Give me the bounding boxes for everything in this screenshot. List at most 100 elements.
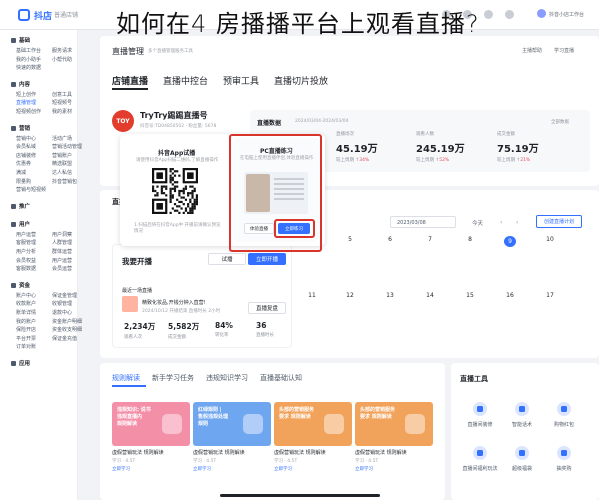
calendar-day[interactable]: 10 (544, 236, 556, 243)
tab-store-live[interactable]: 店铺直播 (112, 74, 148, 87)
tab-live-basics[interactable]: 直播基础认知 (260, 373, 302, 383)
tool-icon[interactable] (473, 446, 487, 460)
tool-label[interactable]: 购物红包 (542, 421, 586, 428)
calendar-day[interactable]: 15 (464, 292, 476, 299)
tile-learn-link[interactable]: 立即学习 (112, 466, 130, 472)
calendar-day[interactable]: 17 (544, 292, 556, 299)
sidebar-item[interactable]: 会员运营 (52, 265, 72, 272)
sidebar-item[interactable]: 营销与短视频 (16, 186, 46, 193)
sidebar-item[interactable]: 资金账户明细 (52, 318, 82, 325)
sidebar-section-title[interactable]: 用户 (11, 220, 30, 228)
learning-tile[interactable]: 头部的营销服务 要求 规则解读 (274, 402, 352, 446)
tool-label[interactable]: 直播间福利玩法 (458, 465, 502, 472)
settings-icon[interactable] (505, 10, 514, 19)
tool-label[interactable]: 抽奖购 (542, 465, 586, 472)
tab-rules[interactable]: 规则解读 (112, 373, 140, 383)
sidebar-item[interactable]: 我的小助手 (16, 56, 41, 63)
calendar-day[interactable]: 7 (424, 236, 436, 243)
sidebar-item[interactable]: 保险开店 (16, 326, 36, 333)
calendar-day[interactable]: 13 (384, 292, 396, 299)
all-data-link[interactable]: 全部数据 (551, 119, 569, 125)
tab-live-console[interactable]: 直播中控台 (163, 74, 208, 87)
calendar-day[interactable]: 9 (504, 236, 516, 247)
tab-violation-knowledge[interactable]: 违规知识学习 (206, 373, 248, 383)
sidebar-item[interactable]: 资金收支明细 (52, 326, 82, 333)
live-review-button[interactable]: 直播复盘 (248, 302, 286, 314)
sidebar-item[interactable]: 精选联盟 (52, 160, 72, 167)
sidebar-item[interactable]: 群体运营 (52, 248, 72, 255)
prev-week-icon[interactable]: ‹ (500, 219, 502, 226)
calendar-day[interactable]: 11 (306, 292, 318, 299)
sidebar-section-title[interactable]: 推广 (11, 202, 30, 210)
tab-preview-tool[interactable]: 预审工具 (223, 74, 259, 87)
workspace-switcher[interactable]: 普通店铺 (54, 10, 78, 19)
sidebar-item[interactable]: 会员权益 (16, 257, 36, 264)
tile-learn-link[interactable]: 立即学习 (274, 466, 292, 472)
tile-learn-link[interactable]: 立即学习 (193, 466, 211, 472)
tab-newbie-tasks[interactable]: 新手学习任务 (152, 373, 194, 383)
sidebar-item[interactable]: 满减 (16, 169, 26, 176)
sidebar-item[interactable]: 短视频号 (52, 99, 72, 106)
sidebar-item[interactable]: 用户运营 (16, 231, 36, 238)
tile-learn-link[interactable]: 立即学习 (355, 466, 373, 472)
tool-icon[interactable] (515, 446, 529, 460)
host-help-link[interactable]: 主播帮助 (522, 47, 542, 54)
sidebar-item[interactable]: 店铺装修 (16, 152, 36, 159)
sidebar-section-title[interactable]: 资金 (11, 281, 30, 289)
user-name[interactable]: 抖音小店工作台 (549, 11, 584, 18)
tool-icon[interactable] (557, 402, 571, 416)
learning-tile[interactable]: 头部的营销服务 要求 规则解读 (355, 402, 433, 446)
calendar-day[interactable]: 8 (464, 236, 476, 243)
sidebar-item[interactable]: 保证金充值 (52, 335, 77, 342)
tool-label[interactable]: 超级福袋 (500, 465, 544, 472)
date-picker[interactable]: 2023/03/08 (390, 216, 456, 228)
today-button[interactable]: 今天 (472, 219, 483, 227)
learning-tile[interactable]: 红绿规则 | 售假违规处理 规则 (193, 402, 271, 446)
notification-icon[interactable] (484, 10, 493, 19)
learn-live-link[interactable]: 学习直播 (554, 47, 574, 54)
sidebar-section-title[interactable]: 内容 (11, 80, 30, 88)
calendar-day[interactable]: 12 (344, 292, 356, 299)
sidebar-item[interactable]: 我的账户 (16, 318, 36, 325)
sidebar-item[interactable]: 会员私域 (16, 143, 36, 150)
sidebar-item[interactable]: 短上创作 (16, 91, 36, 98)
next-week-icon[interactable]: › (516, 219, 518, 226)
sidebar-item[interactable]: 优惠券 (16, 160, 31, 167)
sidebar-item[interactable]: 人群管理 (52, 239, 72, 246)
sidebar-item[interactable]: 基础工作台 (16, 47, 41, 54)
sidebar-section-title[interactable]: 应用 (11, 359, 30, 367)
sidebar-item[interactable]: 用户分析 (16, 248, 36, 255)
sidebar-item[interactable]: 达人私信 (52, 169, 72, 176)
sidebar-item[interactable]: 我的素材 (52, 108, 72, 115)
user-avatar[interactable] (537, 9, 546, 18)
sidebar-item[interactable]: 营销账户 (52, 152, 72, 159)
sidebar-item[interactable]: 订单对账 (16, 343, 36, 350)
sidebar-item[interactable]: 快速的数据 (16, 64, 41, 71)
sidebar-section-title[interactable]: 基础 (11, 36, 30, 44)
sidebar-item[interactable]: 客服管理 (16, 239, 36, 246)
sidebar-item[interactable]: 退款中心 (52, 309, 72, 316)
sidebar-item[interactable]: 活动广场 (52, 135, 72, 142)
sidebar-item[interactable]: 直播管理 (16, 99, 36, 106)
sidebar-item[interactable]: 小帮代助 (52, 56, 72, 63)
tab-clip-delivery[interactable]: 直播切片投放 (274, 74, 328, 87)
sidebar-item[interactable]: 限量购 (16, 178, 31, 185)
trial-live-button[interactable]: 试播 (208, 253, 246, 265)
tool-label[interactable]: 智能话术 (500, 421, 544, 428)
learning-tile[interactable]: 违规知识: 说书 违规直播内 规则解读 (112, 402, 190, 446)
sidebar-item[interactable]: 短视频创作 (16, 108, 41, 115)
sidebar-item[interactable]: 账单详情 (16, 309, 36, 316)
calendar-day[interactable]: 14 (424, 292, 436, 299)
sidebar-item[interactable]: 营销活动管理 (52, 143, 82, 150)
calendar-day[interactable]: 5 (344, 236, 356, 243)
sidebar-item[interactable]: 客服数据 (16, 265, 36, 272)
go-live-button[interactable]: 立即开播 (248, 253, 286, 265)
tool-icon[interactable] (473, 402, 487, 416)
sidebar-item[interactable]: 服务请求 (52, 47, 72, 54)
create-plan-button[interactable]: 创建直播计划 (536, 215, 582, 228)
sidebar-item[interactable]: 账户中心 (16, 292, 36, 299)
calendar-day[interactable]: 16 (504, 292, 516, 299)
sidebar-item[interactable]: 收银管理 (52, 300, 72, 307)
sidebar-section-title[interactable]: 营销 (11, 124, 30, 132)
sidebar-item[interactable]: 创意工具 (52, 91, 72, 98)
